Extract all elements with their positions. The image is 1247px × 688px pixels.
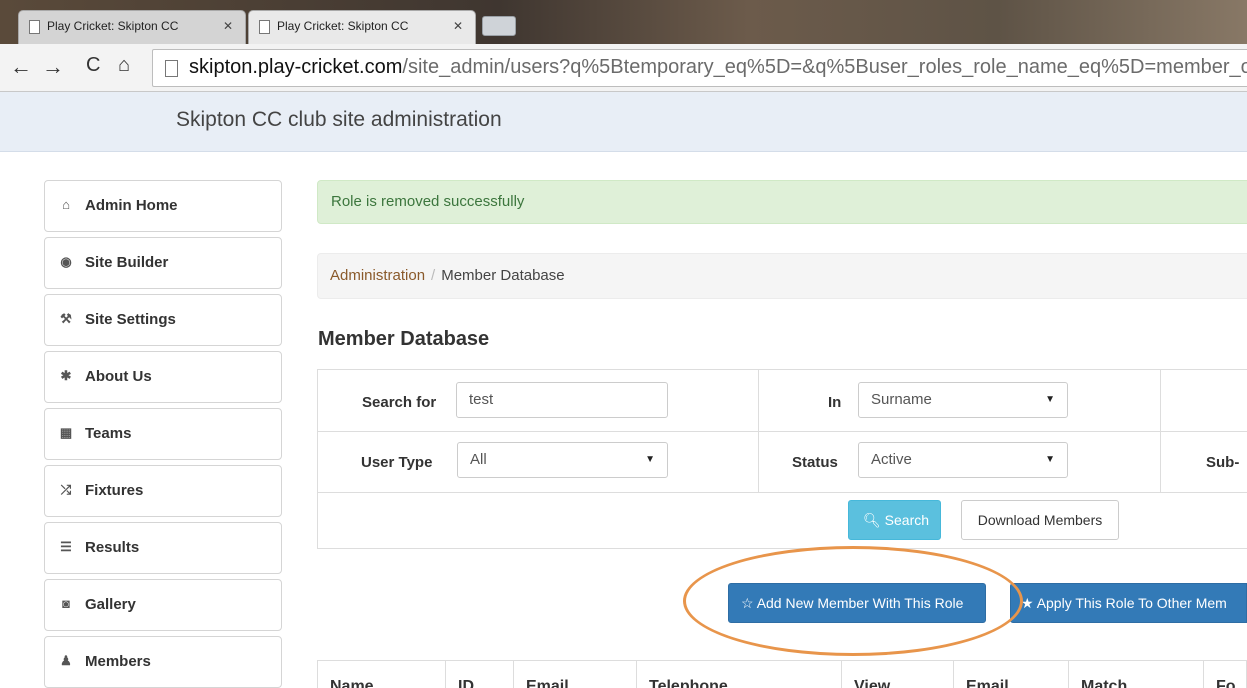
sidebar-item-label: Gallery	[85, 596, 136, 613]
sidebar-item-label: Site Builder	[85, 254, 169, 271]
sub-label: Sub-	[1206, 454, 1240, 471]
sidebar-item-teams[interactable]: ▦ Teams	[44, 408, 282, 460]
divider	[318, 492, 1247, 493]
search-input[interactable]: test	[456, 382, 668, 418]
success-alert: Role is removed successfully	[317, 180, 1247, 224]
asterisk-icon: ✱	[60, 368, 72, 383]
breadcrumb-current: Member Database	[441, 267, 565, 284]
apply-role-label: Apply This Role To Other Mem	[1036, 595, 1227, 611]
chevron-down-icon: ▼	[1045, 454, 1055, 465]
status-label: Status	[792, 454, 838, 471]
column-header-fo[interactable]: Fo	[1203, 661, 1246, 688]
site-header: Skipton CC club site administration	[0, 92, 1247, 152]
status-value: Active	[871, 451, 912, 468]
back-icon[interactable]: ←	[10, 54, 32, 80]
column-header-email[interactable]: Email	[513, 661, 636, 688]
home-icon: ⌂	[62, 197, 70, 212]
forward-icon[interactable]: →	[42, 54, 64, 80]
page-icon	[165, 60, 178, 77]
sidebar-item-label: Admin Home	[85, 197, 178, 214]
search-button-label: Search	[884, 512, 930, 528]
reload-icon[interactable]: C	[86, 54, 100, 77]
sidebar-item-label: Fixtures	[85, 482, 144, 499]
apply-role-button[interactable]: ★ Apply This Role To Other Mem	[1010, 583, 1247, 623]
breadcrumb-link-administration[interactable]: Administration	[330, 267, 425, 284]
download-members-button[interactable]: Download Members	[961, 500, 1119, 540]
home-icon[interactable]: ⌂	[118, 54, 130, 77]
download-members-label: Download Members	[977, 512, 1103, 528]
url-host: skipton.play-cricket.com	[189, 56, 403, 78]
in-label: In	[828, 394, 842, 411]
chevron-down-icon: ▼	[1045, 394, 1055, 405]
in-select[interactable]: Surname ▼	[858, 382, 1068, 418]
divider	[318, 431, 1247, 432]
browser-tab-bar: Play Cricket: Skipton CC ✕ Play Cricket:…	[0, 0, 1247, 44]
sidebar-item-members[interactable]: ♟ Members	[44, 636, 282, 688]
column-header-match[interactable]: Match	[1068, 661, 1203, 688]
search-input-value: test	[469, 391, 494, 408]
sidebar-item-label: Results	[85, 539, 140, 556]
tab-title: Play Cricket: Skipton CC	[277, 19, 409, 33]
in-select-value: Surname	[871, 391, 932, 408]
sidebar-item-label: Teams	[85, 425, 132, 442]
browser-tab-active[interactable]: Play Cricket: Skipton CC ✕	[248, 10, 476, 44]
sidebar-item-about-us[interactable]: ✱ About Us	[44, 351, 282, 403]
sidebar-item-gallery[interactable]: ◙ Gallery	[44, 579, 282, 631]
column-header-email-2[interactable]: Email	[953, 661, 1068, 688]
breadcrumb: Administration / Member Database	[317, 253, 1247, 299]
sidebar-item-label: Site Settings	[85, 311, 176, 328]
user-type-value: All	[470, 451, 487, 468]
column-header-view[interactable]: View	[841, 661, 953, 688]
sidebar-item-site-settings[interactable]: ⚒ Site Settings	[44, 294, 282, 346]
divider	[758, 370, 759, 492]
grid-icon: ▦	[59, 425, 73, 440]
status-select[interactable]: Active ▼	[858, 442, 1068, 478]
tab-title: Play Cricket: Skipton CC	[47, 19, 179, 33]
close-icon[interactable]: ✕	[223, 19, 233, 33]
search-panel: Search for test In Surname ▼ User Type A…	[317, 369, 1247, 549]
chevron-down-icon: ▼	[645, 454, 655, 465]
list-icon: ☰	[60, 539, 72, 554]
browser-tab[interactable]: Play Cricket: Skipton CC ✕	[18, 10, 246, 44]
shuffle-icon: ⤮	[60, 482, 72, 497]
breadcrumb-separator: /	[431, 267, 436, 284]
sidebar-item-results[interactable]: ☰ Results	[44, 522, 282, 574]
new-tab-button[interactable]	[482, 16, 516, 36]
sidebar-item-label: Members	[85, 653, 151, 670]
page-icon	[259, 20, 270, 34]
url-input[interactable]: skipton.play-cricket.com/site_admin/user…	[152, 49, 1247, 87]
sidebar-item-label: About Us	[85, 368, 152, 385]
search-icon: 🔍︎	[863, 512, 881, 528]
highlight-annotation	[683, 546, 1023, 656]
alert-message: Role is removed successfully	[331, 193, 525, 210]
sidebar: ⌂ Admin Home ◉ Site Builder ⚒ Site Setti…	[44, 180, 282, 688]
search-for-label: Search for	[362, 394, 437, 411]
wrench-icon: ⚒	[60, 311, 72, 326]
page-title: Member Database	[318, 328, 490, 350]
sidebar-item-admin-home[interactable]: ⌂ Admin Home	[44, 180, 282, 232]
close-icon[interactable]: ✕	[453, 19, 463, 33]
camera-icon: ◙	[62, 596, 70, 611]
user-type-label: User Type	[361, 454, 433, 471]
column-header-telephone[interactable]: Telephone	[636, 661, 841, 688]
search-button[interactable]: 🔍︎ Search	[848, 500, 941, 540]
sidebar-item-site-builder[interactable]: ◉ Site Builder	[44, 237, 282, 289]
column-header-name[interactable]: Name	[318, 661, 445, 688]
url-path: /site_admin/users?q%5Btemporary_eq%5D=&q…	[402, 56, 1247, 78]
divider	[1160, 370, 1161, 492]
globe-icon: ◉	[60, 254, 72, 269]
page-icon	[29, 20, 40, 34]
user-icon: ♟	[60, 653, 72, 668]
results-table-header: Name ID Email Telephone View Email Match…	[317, 660, 1247, 688]
address-bar: ← → C ⌂ skipton.play-cricket.com/site_ad…	[0, 44, 1247, 92]
site-title[interactable]: Skipton CC club site administration	[176, 108, 502, 132]
column-header-id[interactable]: ID	[445, 661, 513, 688]
user-type-select[interactable]: All ▼	[457, 442, 668, 478]
sidebar-item-fixtures[interactable]: ⤮ Fixtures	[44, 465, 282, 517]
